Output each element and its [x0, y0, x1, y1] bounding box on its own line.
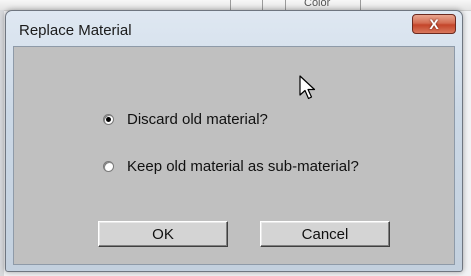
radio-discard-old-material[interactable] [103, 114, 114, 125]
option-keep-label[interactable]: Keep old material as sub-material? [127, 158, 359, 175]
toolbar-separator [262, 0, 263, 10]
ok-button[interactable]: OK [98, 221, 228, 247]
background-panel-edge [0, 10, 4, 276]
option-discard-label[interactable]: Discard old material? [127, 111, 268, 128]
toolbar-separator [285, 0, 286, 10]
radio-keep-as-sub-material[interactable] [103, 161, 114, 172]
cancel-button[interactable]: Cancel [260, 221, 390, 247]
close-icon: X [429, 16, 439, 32]
dialog-title: Replace Material [19, 22, 132, 39]
option-keep-as-sub-material[interactable]: Keep old material as sub-material? [103, 158, 359, 175]
dialog-titlebar[interactable]: Replace Material X [6, 11, 462, 41]
toolbar-separator [360, 0, 361, 10]
mouse-pointer-icon [299, 75, 316, 100]
radio-selected-dot [106, 117, 111, 122]
dialog-client-area: Discard old material? Keep old material … [13, 46, 455, 265]
option-discard-old-material[interactable]: Discard old material? [103, 111, 268, 128]
background-color-label: Color [304, 0, 331, 9]
toolbar-separator [230, 0, 231, 10]
replace-material-dialog: Replace Material X Discard old material?… [5, 10, 463, 272]
close-button[interactable]: X [412, 14, 456, 34]
